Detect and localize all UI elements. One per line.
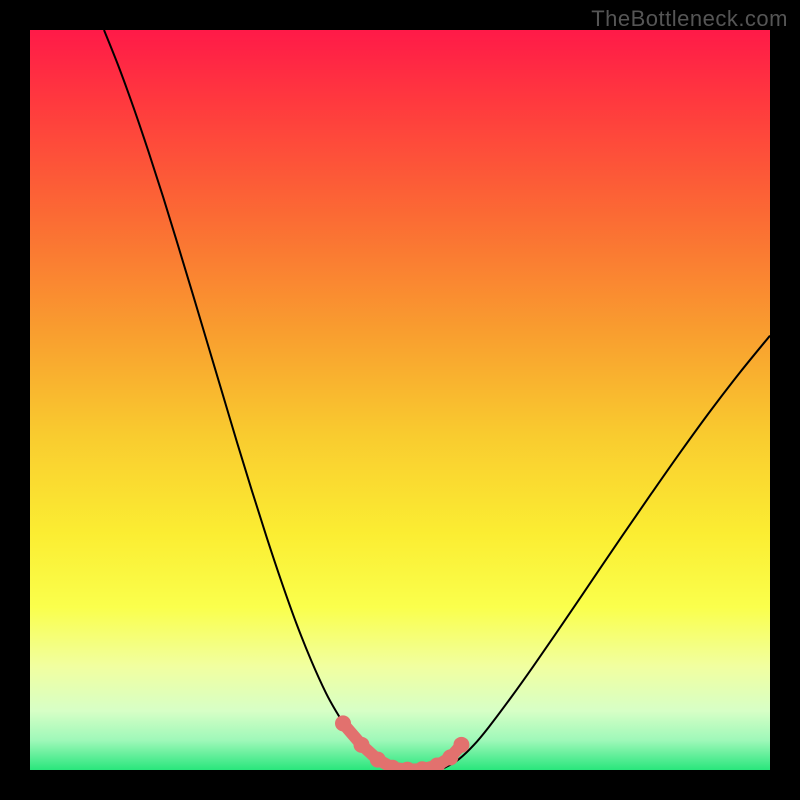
watermark-text: TheBottleneck.com xyxy=(591,6,788,32)
bottleneck-curve xyxy=(104,30,770,770)
marker-dot xyxy=(370,752,386,768)
app-frame: TheBottleneck.com xyxy=(0,0,800,800)
chart-area xyxy=(30,30,770,770)
chart-svg xyxy=(30,30,770,770)
marker-dot xyxy=(354,737,370,753)
marker-dot xyxy=(442,749,458,765)
marker-group xyxy=(335,715,469,770)
marker-dot xyxy=(335,715,351,731)
marker-dot xyxy=(453,737,469,753)
